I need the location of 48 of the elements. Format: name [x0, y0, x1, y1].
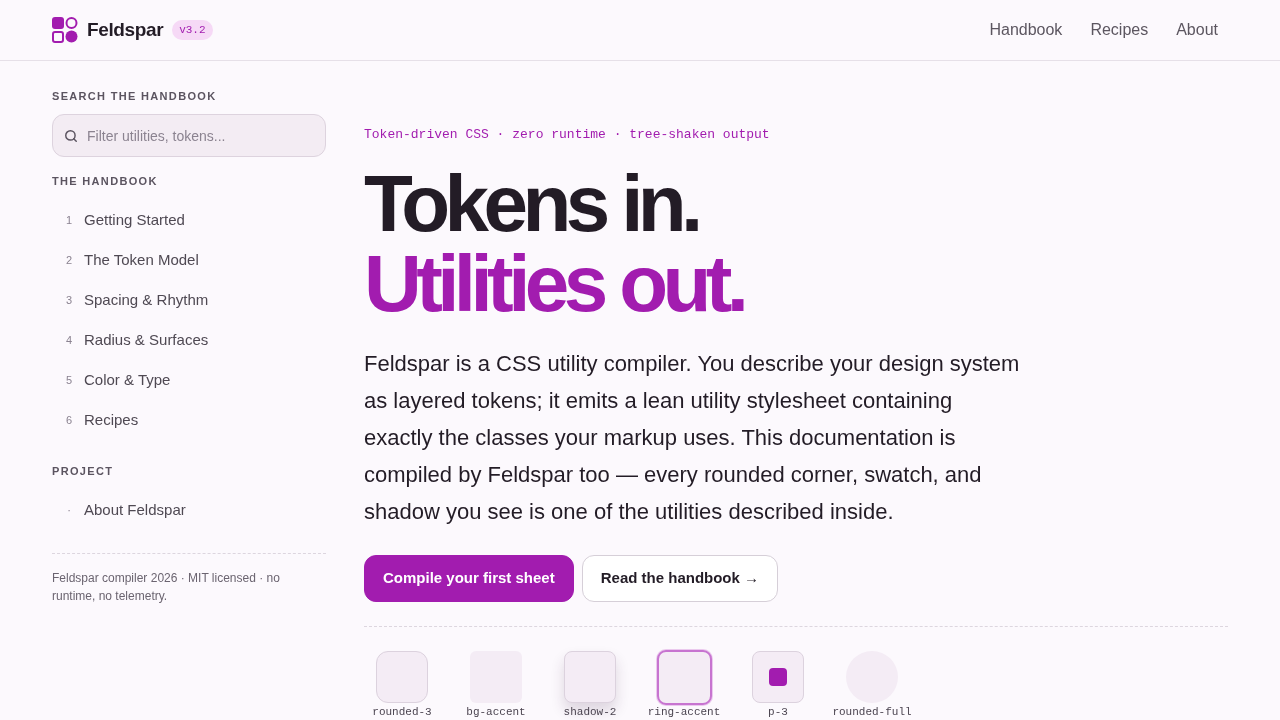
sidebar-item[interactable]: · About Feldspar [52, 490, 326, 530]
item-marker: 5 [64, 372, 74, 388]
item-label: About Feldspar [84, 499, 186, 520]
version-badge: v3.2 [172, 20, 213, 40]
compile-button[interactable]: Compile your first sheet [364, 555, 574, 602]
sidebar-item[interactable]: 5 Color & Type [52, 360, 326, 400]
eyebrow-text: Token-driven CSS · zero runtime · tree-shaken output [364, 126, 771, 144]
sidebar-item[interactable]: 1 Getting Started [52, 200, 326, 240]
item-label: Spacing & Rhythm [84, 289, 209, 310]
brand-name: Feldspar [87, 17, 164, 42]
sidebar-item[interactable]: 3 Spacing & Rhythm [52, 280, 326, 320]
nav-link[interactable]: Handbook [989, 18, 1063, 42]
swatch-label: bg-accent [466, 706, 526, 719]
item-label: Recipes [84, 409, 139, 430]
shadowed-square-icon [564, 651, 616, 703]
item-label: Color & Type [84, 369, 171, 390]
nav-link[interactable]: About [1176, 18, 1218, 42]
sidebar-item[interactable]: 4 Radius & Surfaces [52, 320, 326, 360]
sidebar-item[interactable]: 2 The Token Model [52, 240, 326, 280]
section-heading: PROJECT [52, 464, 115, 479]
search-icon [64, 129, 78, 143]
item-label: Getting Started [84, 209, 185, 230]
section-heading: SEARCH THE HANDBOOK [52, 89, 218, 104]
logo-icon [52, 17, 78, 43]
footer-note: Feldspar compiler 2026 · MIT licensed · no runtime, no telemetry. [52, 570, 281, 605]
sidebar-item[interactable]: 6 Recipes [52, 400, 326, 440]
rounded-square-icon [376, 651, 428, 703]
headline: Utilities out. [364, 244, 744, 324]
item-marker: 2 [64, 252, 74, 268]
swatch-label: rounded-full [832, 706, 912, 719]
item-marker: 3 [64, 292, 74, 308]
read-handbook-button[interactable]: Read the handbook → [581, 555, 779, 602]
item-marker: 4 [64, 332, 74, 348]
item-label: Radius & Surfaces [84, 329, 209, 350]
item-marker: · [66, 502, 72, 518]
section-heading: THE HANDBOOK [52, 174, 159, 189]
item-marker: 1 [64, 212, 74, 228]
swatch-label: p-3 [768, 706, 788, 719]
swatch-label: ring-accent [647, 706, 721, 719]
nav-link[interactable]: Recipes [1090, 18, 1149, 42]
swatch-label: shadow-2 [563, 706, 617, 719]
item-marker: 6 [64, 412, 74, 428]
description: Feldspar is a CSS utility compiler. You describe your design system as layered tokens; it emits a lean utility stylesheet containing exactly the classes your markup uses. This documentation is compiled by Feldspar too — every rounded corner, swatch, and shadow you see is one of the utilities described inside. [364, 350, 1021, 526]
search-field[interactable]: Filter utilities, tokens... [52, 114, 326, 157]
item-label: The Token Model [84, 249, 199, 270]
swatch-label: rounded-3 [372, 706, 432, 719]
ringed-square-icon [656, 649, 712, 705]
headline: Tokens in. [364, 164, 698, 244]
